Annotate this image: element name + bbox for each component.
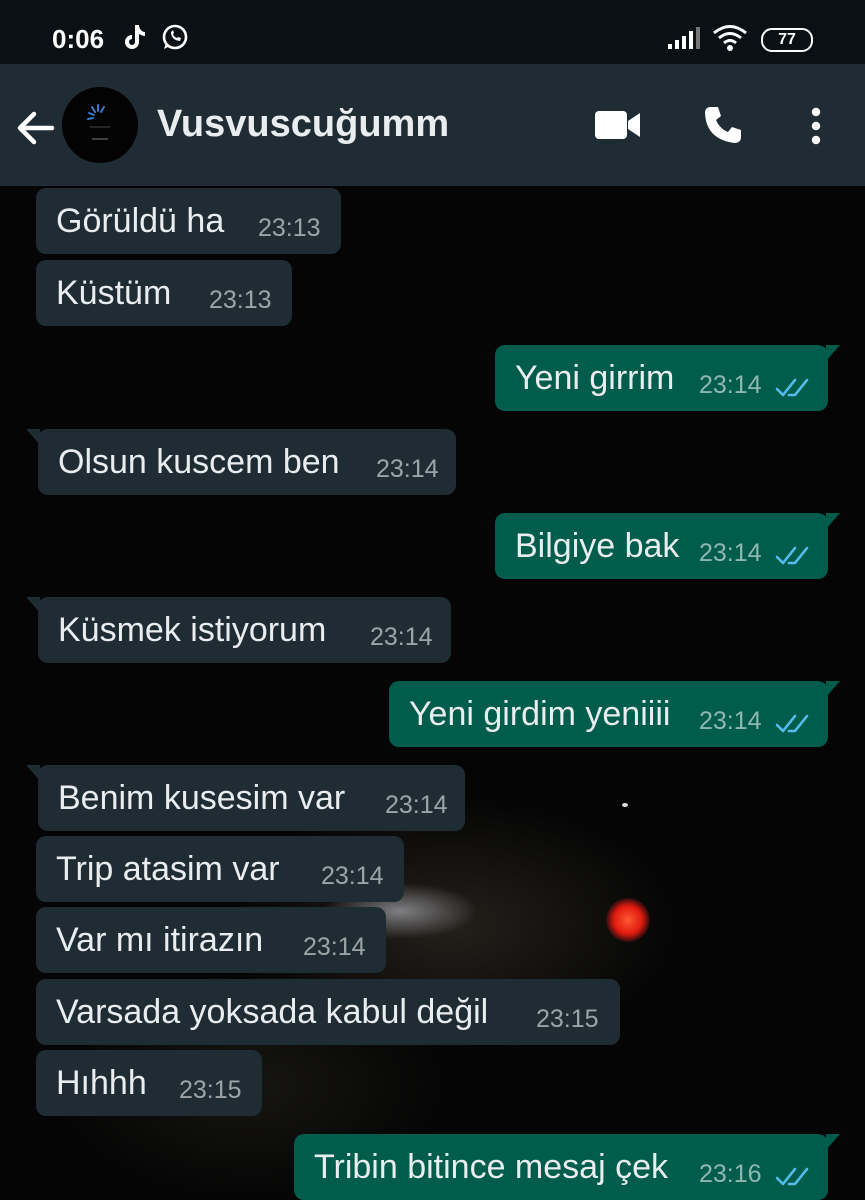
message-bubble-incoming[interactable]: Hıhhh 23:15: [36, 1050, 262, 1116]
message-text: Varsada yoksada kabul değil: [56, 993, 489, 1031]
message-text: Var mı itirazın: [56, 921, 264, 959]
message-time: 23:16: [699, 1160, 762, 1188]
message-bubble-outgoing[interactable]: Yeni girdim yeniiii 23:14: [389, 681, 840, 747]
message-time: 23:14: [699, 539, 762, 567]
message-time: 23:14: [699, 707, 762, 735]
read-ticks-icon: [775, 1167, 809, 1186]
message-time: 23:13: [209, 286, 272, 314]
message-bubble-incoming[interactable]: Küstüm 23:13: [36, 260, 292, 326]
chat-header: Vusvuscuğumm: [0, 64, 865, 186]
message-time: 23:14: [321, 862, 384, 890]
loading-spinner-icon: [87, 104, 110, 140]
message-time: 23:14: [303, 933, 366, 961]
message-text: Tribin bitince mesaj çek: [314, 1148, 668, 1186]
bubble-tail: [26, 597, 40, 613]
bubble-tail: [826, 681, 840, 697]
message-time: 23:15: [179, 1076, 242, 1104]
read-ticks-icon: [775, 714, 809, 733]
message-text: Trip atasim var: [56, 850, 280, 888]
status-bar: 0:06 77: [0, 0, 865, 64]
wallpaper-red-light: [606, 898, 650, 942]
message-bubble-incoming[interactable]: Trip atasim var 23:14: [36, 836, 404, 902]
message-bubble-incoming[interactable]: Olsun kuscem ben 23:14: [26, 429, 456, 495]
bubble-tail: [826, 345, 840, 361]
message-bubble-incoming[interactable]: Görüldü ha 23:13: [36, 188, 341, 254]
avatar[interactable]: [62, 87, 138, 163]
message-text: Bilgiye bak: [515, 527, 680, 565]
message-bubble-outgoing[interactable]: Yeni girrim 23:14: [495, 345, 840, 411]
message-bubble-incoming[interactable]: Küsmek istiyorum 23:14: [26, 597, 451, 663]
tiktok-icon: [121, 23, 147, 56]
status-time: 0:06: [52, 24, 105, 54]
signal-icon: [667, 26, 701, 55]
contact-name[interactable]: Vusvuscuğumm: [157, 103, 449, 146]
read-ticks-icon: [775, 546, 809, 565]
message-text: Küsmek istiyorum: [58, 611, 327, 649]
bubble-tail: [26, 765, 40, 781]
message-bubble-outgoing[interactable]: Tribin bitince mesaj çek 23:16: [294, 1134, 840, 1200]
message-text: Benim kusesim var: [58, 779, 346, 817]
back-arrow-icon[interactable]: [14, 106, 58, 150]
video-call-icon[interactable]: [594, 109, 642, 146]
bubble-tail: [26, 429, 40, 445]
message-time: 23:14: [699, 371, 762, 399]
message-text: Yeni girdim yeniiii: [409, 695, 671, 733]
message-bubble-outgoing[interactable]: Bilgiye bak 23:14: [495, 513, 840, 579]
bubble-tail: [826, 513, 840, 529]
message-text: Hıhhh: [56, 1064, 147, 1102]
wifi-icon: [712, 24, 748, 57]
message-time: 23:14: [385, 791, 448, 819]
message-bubble-incoming[interactable]: Varsada yoksada kabul değil 23:15: [36, 979, 620, 1045]
battery-icon: 77: [761, 28, 813, 52]
message-text: Küstüm: [56, 274, 172, 312]
message-text: Olsun kuscem ben: [58, 443, 340, 481]
bubble-tail: [826, 1134, 840, 1150]
message-time: 23:14: [376, 455, 439, 483]
message-time: 23:14: [370, 623, 433, 651]
more-vert-icon[interactable]: [808, 106, 824, 151]
phone-icon[interactable]: [702, 104, 744, 151]
message-bubble-incoming[interactable]: Var mı itirazın 23:14: [36, 907, 386, 973]
wallpaper-detail: [622, 803, 628, 807]
message-text: Yeni girrim: [515, 359, 675, 397]
message-bubble-incoming[interactable]: Benim kusesim var 23:14: [26, 765, 465, 831]
message-text: Görüldü ha: [56, 202, 225, 240]
read-ticks-icon: [775, 378, 809, 397]
whatsapp-icon: [161, 23, 189, 56]
message-time: 23:15: [536, 1005, 599, 1033]
message-time: 23:13: [258, 214, 321, 242]
